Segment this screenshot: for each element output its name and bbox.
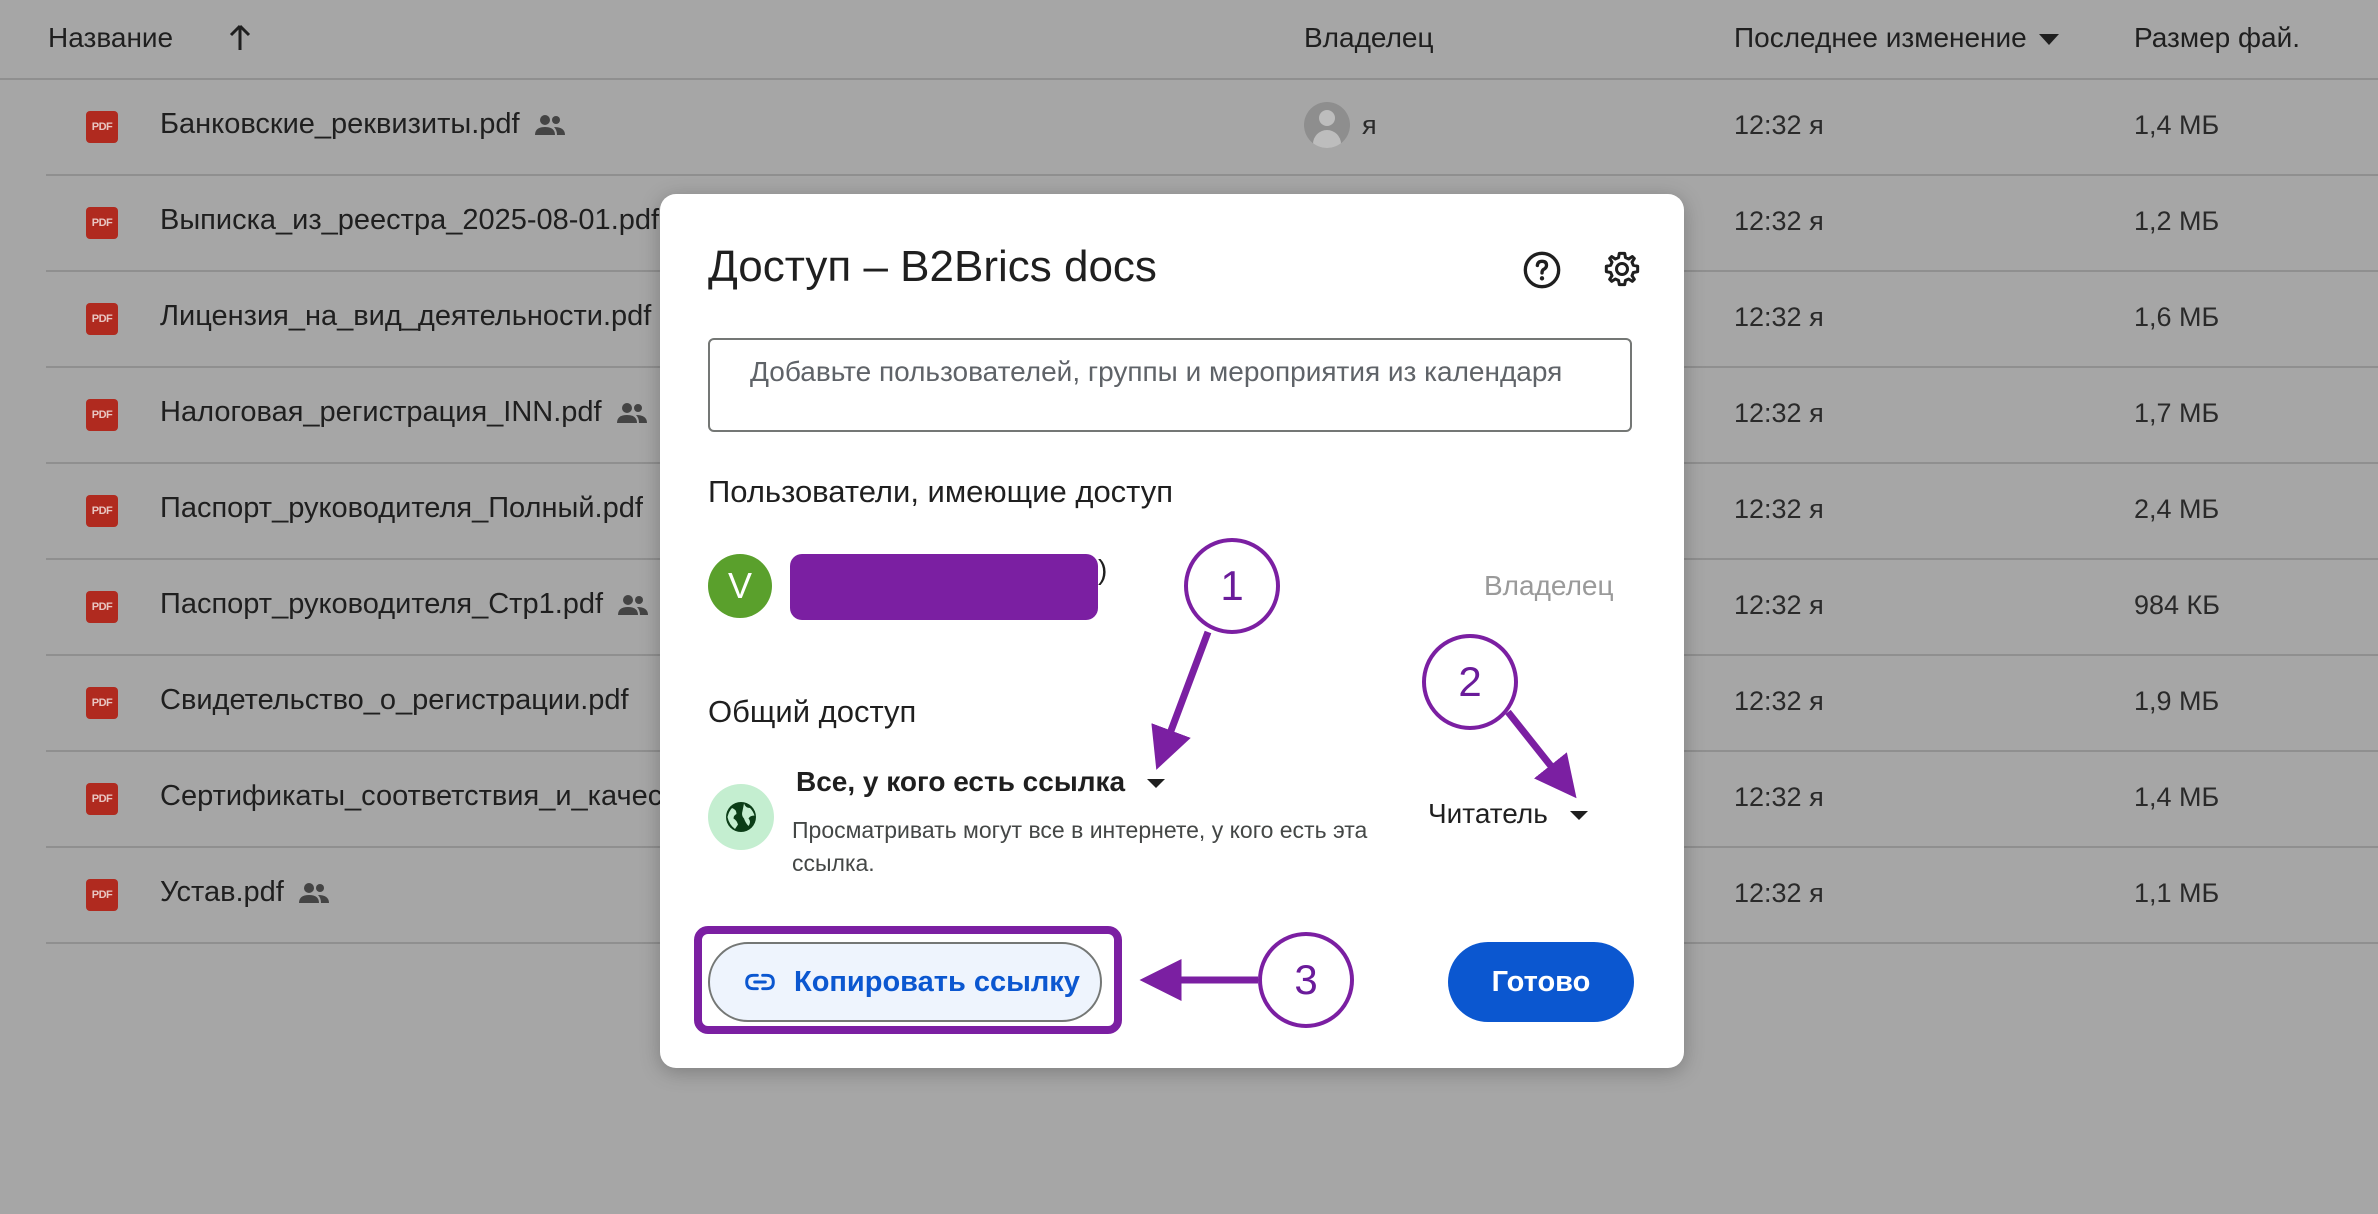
general-access-heading: Общий доступ: [708, 694, 917, 729]
file-name: Паспорт_руководителя_Полный.pdf: [160, 492, 643, 524]
file-name: Паспорт_руководителя_Стр1.pdf: [160, 588, 604, 620]
modified-cell: 12:32 я: [1734, 110, 1824, 140]
file-name-cell: Паспорт_руководителя_Стр1.pdf: [160, 588, 649, 621]
people-with-access-heading: Пользователи, имеющие доступ: [708, 474, 1174, 509]
size-cell: 1,4 МБ: [2134, 110, 2220, 140]
link-access-dropdown[interactable]: Все, у кого есть ссылка: [796, 766, 1166, 798]
modified-cell: 12:32 я: [1734, 686, 1824, 716]
size-cell: 1,4 МБ: [2134, 782, 2220, 812]
modified-cell: 12:32 я: [1734, 302, 1824, 332]
pdf-file-icon: PDF: [86, 879, 118, 911]
dropdown-caret-icon: [1569, 811, 1588, 821]
file-name: Выписка_из_реестра_2025-08-01.pdf: [160, 204, 660, 236]
pdf-file-icon: PDF: [86, 111, 118, 143]
file-row[interactable]: PDF Банковские_реквизиты.pdf я 12:32 я 1…: [46, 80, 2378, 176]
file-list-header: Название Владелец Последнее изменение Ра…: [0, 0, 2378, 80]
owner-name: я: [1362, 109, 1377, 140]
owner-cell: я: [1304, 102, 1377, 148]
size-cell: 2,4 МБ: [2134, 494, 2220, 524]
dialog-title: Доступ – B2Brics docs: [708, 242, 1157, 291]
modified-cell: 12:32 я: [1734, 206, 1824, 236]
shared-people-icon: [618, 595, 649, 616]
shared-people-icon: [534, 115, 565, 136]
copy-link-label: Копировать ссылку: [794, 966, 1080, 998]
size-cell: 1,7 МБ: [2134, 398, 2220, 428]
dropdown-caret-icon: [1147, 779, 1166, 789]
link-icon: [745, 973, 775, 991]
file-name: Устав.pdf: [160, 876, 284, 908]
size-cell: 1,2 МБ: [2134, 206, 2220, 236]
file-name: Налоговая_регистрация_INN.pdf: [160, 396, 602, 428]
pdf-file-icon: PDF: [86, 687, 118, 719]
pdf-file-icon: PDF: [86, 495, 118, 527]
file-name-cell: Устав.pdf: [160, 876, 330, 909]
modified-cell: 12:32 я: [1734, 878, 1824, 908]
column-owner[interactable]: Владелец: [1304, 22, 1434, 54]
owner-role-label: Владелец: [1484, 570, 1614, 601]
globe-icon: [726, 802, 756, 832]
column-name[interactable]: Название: [48, 22, 173, 54]
link-access-label: Все, у кого есть ссылка: [796, 766, 1126, 797]
file-name-cell: Банковские_реквизиты.pdf: [160, 108, 566, 141]
pdf-file-icon: PDF: [86, 207, 118, 239]
redacted-user-name: [790, 554, 1098, 620]
size-cell: 1,6 МБ: [2134, 302, 2220, 332]
size-cell: 1,9 МБ: [2134, 686, 2220, 716]
pdf-file-icon: PDF: [86, 591, 118, 623]
file-name: Лицензия_на_вид_деятельности.pdf: [160, 300, 652, 332]
column-size[interactable]: Размер фай.: [2134, 22, 2300, 54]
role-dropdown[interactable]: Читатель: [1428, 798, 1588, 830]
pdf-file-icon: PDF: [86, 399, 118, 431]
file-name: Банковские_реквизиты.pdf: [160, 108, 520, 140]
pdf-file-icon: PDF: [86, 303, 118, 335]
modified-cell: 12:32 я: [1734, 590, 1824, 620]
link-access-description: Просматривать могут все в интернете, у к…: [792, 817, 1368, 876]
help-icon[interactable]: [1522, 250, 1562, 290]
user-email-suffix: ): [1098, 554, 1108, 585]
column-modified-label: Последнее изменение: [1734, 22, 2027, 53]
size-cell: 984 КБ: [2134, 590, 2220, 620]
share-dialog: Доступ – B2Brics docs Добавьте пользоват…: [660, 194, 1684, 1068]
copy-link-button[interactable]: Копировать ссылку: [708, 942, 1102, 1022]
role-label: Читатель: [1428, 798, 1548, 829]
file-name-cell: Налоговая_регистрация_INN.pdf: [160, 396, 648, 429]
column-modified[interactable]: Последнее изменение: [1734, 22, 2059, 54]
modified-cell: 12:32 я: [1734, 782, 1824, 812]
pdf-file-icon: PDF: [86, 783, 118, 815]
gear-icon[interactable]: [1602, 250, 1642, 290]
sort-caret-icon: [2038, 34, 2059, 46]
globe-icon-wrap: [708, 784, 774, 850]
add-people-input[interactable]: Добавьте пользователей, группы и меропри…: [708, 338, 1632, 432]
modified-cell: 12:32 я: [1734, 398, 1824, 428]
shared-people-icon: [616, 403, 647, 424]
owner-avatar: [1304, 102, 1350, 148]
sort-up-arrow-icon[interactable]: [222, 20, 258, 56]
shared-people-icon: [298, 883, 329, 904]
done-button[interactable]: Готово: [1448, 942, 1634, 1022]
file-name: Свидетельство_о_регистрации.pdf: [160, 684, 629, 716]
user-avatar: V: [708, 554, 772, 618]
modified-cell: 12:32 я: [1734, 494, 1824, 524]
size-cell: 1,1 МБ: [2134, 878, 2220, 908]
